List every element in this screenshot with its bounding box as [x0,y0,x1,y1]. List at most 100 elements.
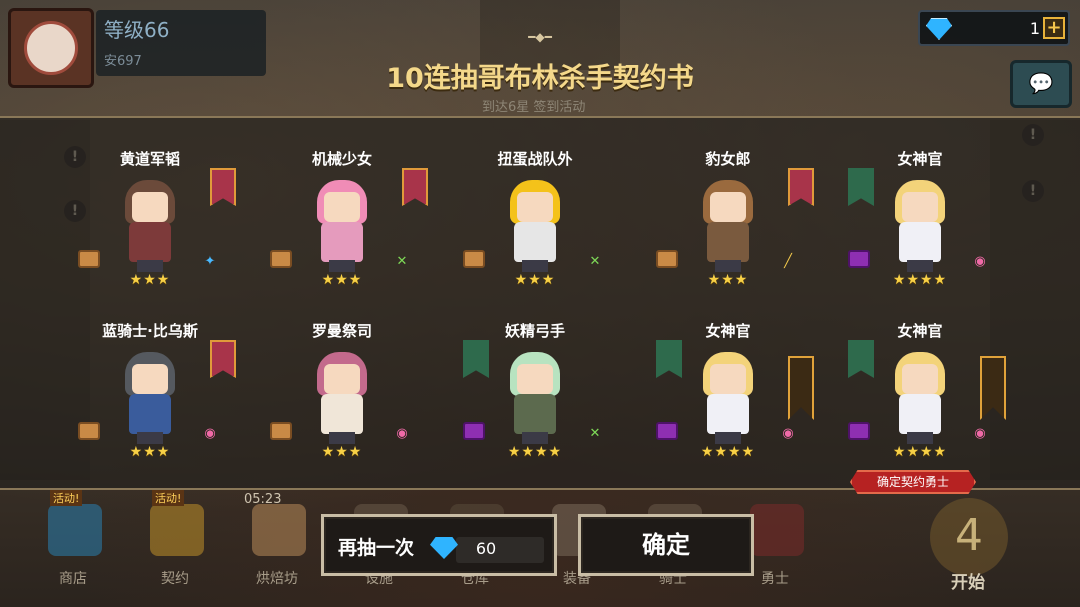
hero-legs [715,260,741,272]
nav-item[interactable]: 活动! 商店 [28,490,118,607]
hero-body [707,394,749,434]
star-rating: ★★★ [129,272,171,288]
rarity-banner-icon [402,168,428,206]
hero-body [514,222,556,262]
hero-portrait [693,174,763,274]
element-icon: ✕ [396,254,408,269]
element-icon: ╱ [784,254,792,269]
hero-portrait [115,174,185,274]
add-gems-button[interactable]: + [1043,17,1065,39]
confirm-label: 确定 [642,531,690,559]
hero-card[interactable]: 罗曼祭司 ◉ ★★★ [262,320,422,490]
element-icon: ◉ [782,426,794,441]
hero-body [707,222,749,262]
element-icon: ✕ [589,254,601,269]
nav-item[interactable]: 烘焙坊 [232,492,322,607]
star-rating: ★★★★ [507,444,563,460]
nav-label: 烘焙坊 [256,571,298,587]
hero-face [132,192,168,222]
star-rating: ★★★ [707,272,749,288]
contract-scroll-icon [270,422,292,440]
nav-icon [252,504,306,556]
star-rating: ★★★★ [892,444,948,460]
hero-card[interactable]: 妖精弓手 ✕ ★★★★ [455,320,615,490]
hero-legs [137,432,163,444]
element-icon: ◉ [204,426,216,441]
contract-scroll-icon [656,250,678,268]
hero-card[interactable]: 蓝骑士·比乌斯 ◉ ★★★ [70,320,236,490]
star-rating: ★★★ [129,444,171,460]
gem-counter: 1 + [918,10,1070,46]
hero-card[interactable]: 扭蛋战队外 ✕ ★★★ [455,148,615,318]
hero-portrait [885,174,955,274]
hero-legs [329,432,355,444]
hero-name: 扭蛋战队外 [497,150,573,168]
confirm-button[interactable]: 确定 [578,514,754,576]
class-banner-icon [848,340,874,378]
hero-body [899,394,941,434]
hero-face [710,364,746,394]
star-rating: ★★★★ [892,272,948,288]
star-rating: ★★★★ [700,444,756,460]
draw-cost: 60 [475,539,497,558]
hero-portrait [500,174,570,274]
hero-card[interactable]: 女神官 ◉ ★★★★ [840,148,1000,318]
event-badge: 活动! [152,490,185,506]
element-icon: ◉ [396,426,408,441]
hero-legs [137,260,163,272]
hero-body [514,394,556,434]
hero-portrait [307,346,377,446]
hero-portrait [693,346,763,446]
gem-count: 1 [1029,19,1040,38]
hero-name: 罗曼祭司 [311,322,372,340]
hero-card[interactable]: 女神官 ◉ ★★★★ [648,320,814,490]
hero-legs [907,432,933,444]
nav-icon [150,504,204,556]
page-subtitle: 到达6星 签到活动 [482,100,586,115]
page-title: 10连抽哥布林杀手契约书 [386,63,694,94]
hero-body [899,222,941,262]
nav-icon [750,504,804,556]
hero-name: 妖精弓手 [504,322,565,340]
hero-face [132,364,168,394]
contract-scroll-icon [463,250,485,268]
hero-card[interactable]: 豹女郎 ╱ ★★★ [648,148,814,318]
hero-card[interactable]: 机械少女 ✕ ★★★ [262,148,428,318]
hero-portrait [500,346,570,446]
start-button[interactable]: 4 开始 [912,494,1024,604]
diamond-icon [430,537,458,559]
hero-face [324,364,360,394]
hero-face [902,364,938,394]
rarity-banner-icon [788,168,814,206]
hero-name: 黄道军韬 [119,150,180,168]
star-rating: ★★★ [514,272,556,288]
start-label: 开始 [951,573,985,593]
star-rating: ★★★ [321,272,363,288]
contract-scroll-icon [848,250,870,268]
hero-name: 女神官 [705,322,751,340]
contract-scroll-icon [656,422,678,440]
draw-again-button[interactable]: 再抽一次 60 [321,514,557,576]
hero-portrait [115,346,185,446]
draw-again-label: 再抽一次 [338,537,415,559]
contract-scroll-icon [78,250,100,268]
rarity-banner-icon [210,340,236,378]
hero-card[interactable]: 女神官 ◉ ★★★★ [840,320,1006,490]
class-banner-icon [656,340,682,378]
hero-face [324,192,360,222]
hero-name: 女神官 [897,322,943,340]
hero-name: 女神官 [897,150,943,168]
hero-name: 豹女郎 [705,150,751,168]
player-level: 等级66 [104,18,170,42]
hero-face [710,192,746,222]
hero-portrait [885,346,955,446]
hero-legs [329,260,355,272]
rarity-banner-icon [210,168,236,206]
nav-item[interactable]: 活动! 契约 [130,490,220,607]
bonus-banner-icon [980,356,1006,420]
nav-icon [48,504,102,556]
hero-card[interactable]: 黄道军韬 ✦ ★★★ [70,148,236,318]
hero-body [129,222,171,262]
element-icon: ✕ [589,426,601,441]
hero-name: 机械少女 [311,150,372,168]
